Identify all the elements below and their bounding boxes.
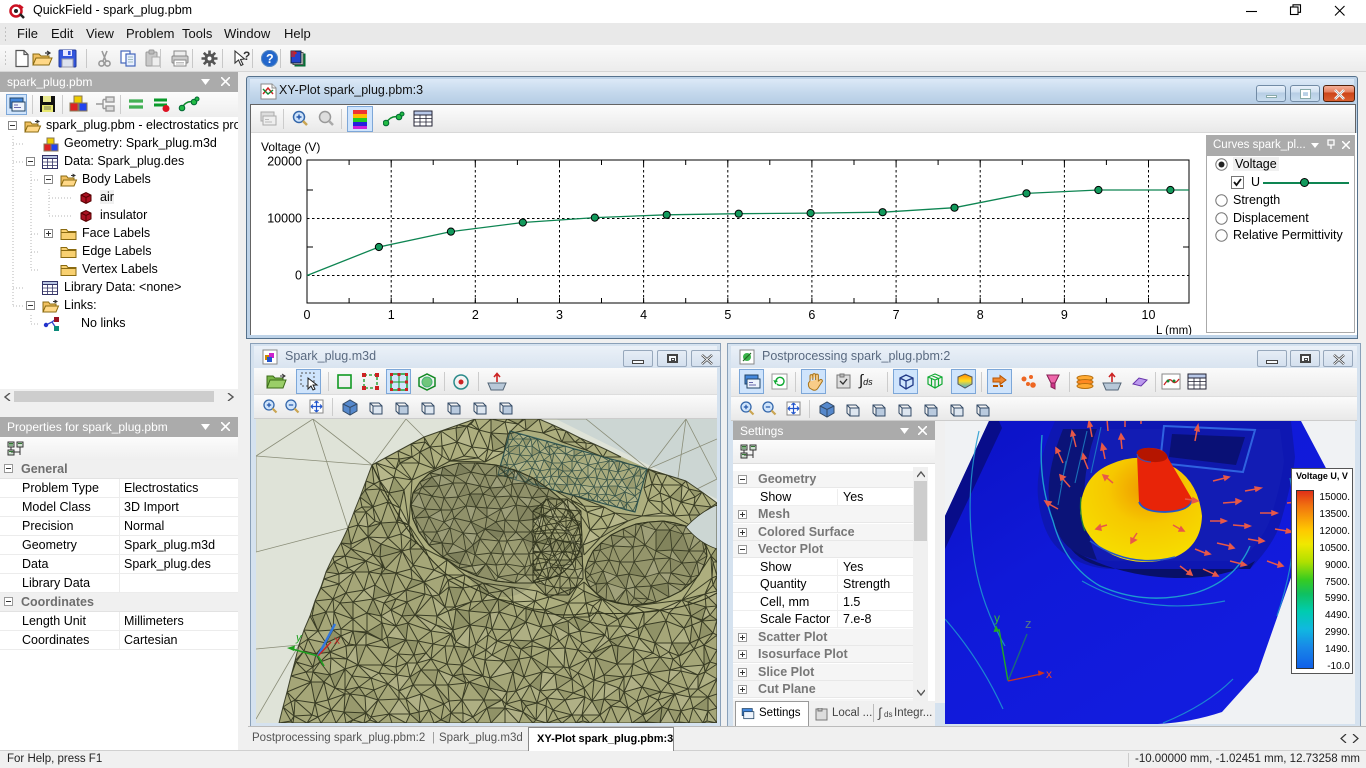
svg-text:Voltage (V): Voltage (V) (261, 140, 320, 154)
svg-text:7: 7 (893, 308, 900, 322)
svg-text:0: 0 (304, 308, 311, 322)
svg-text:8: 8 (977, 308, 984, 322)
svg-text:y: y (994, 611, 1000, 625)
svg-text:3: 3 (556, 308, 563, 322)
svg-text:10: 10 (1142, 308, 1156, 322)
svg-text:2: 2 (472, 308, 479, 322)
svg-text:20000: 20000 (267, 155, 302, 169)
svg-text:9: 9 (1061, 308, 1068, 322)
svg-text:L (mm): L (mm) (1156, 325, 1192, 335)
svg-text:5: 5 (724, 308, 731, 322)
svg-text:10000: 10000 (267, 212, 302, 226)
svg-text:?: ? (266, 52, 274, 66)
svg-text:x: x (1046, 667, 1052, 681)
svg-text:6: 6 (808, 308, 815, 322)
svg-text:0: 0 (295, 269, 302, 283)
svg-text:z: z (1025, 616, 1032, 631)
svg-text:?: ? (243, 49, 250, 63)
svg-text:X: X (334, 636, 340, 646)
svg-text:4: 4 (640, 308, 647, 322)
svg-text:1: 1 (388, 308, 395, 322)
